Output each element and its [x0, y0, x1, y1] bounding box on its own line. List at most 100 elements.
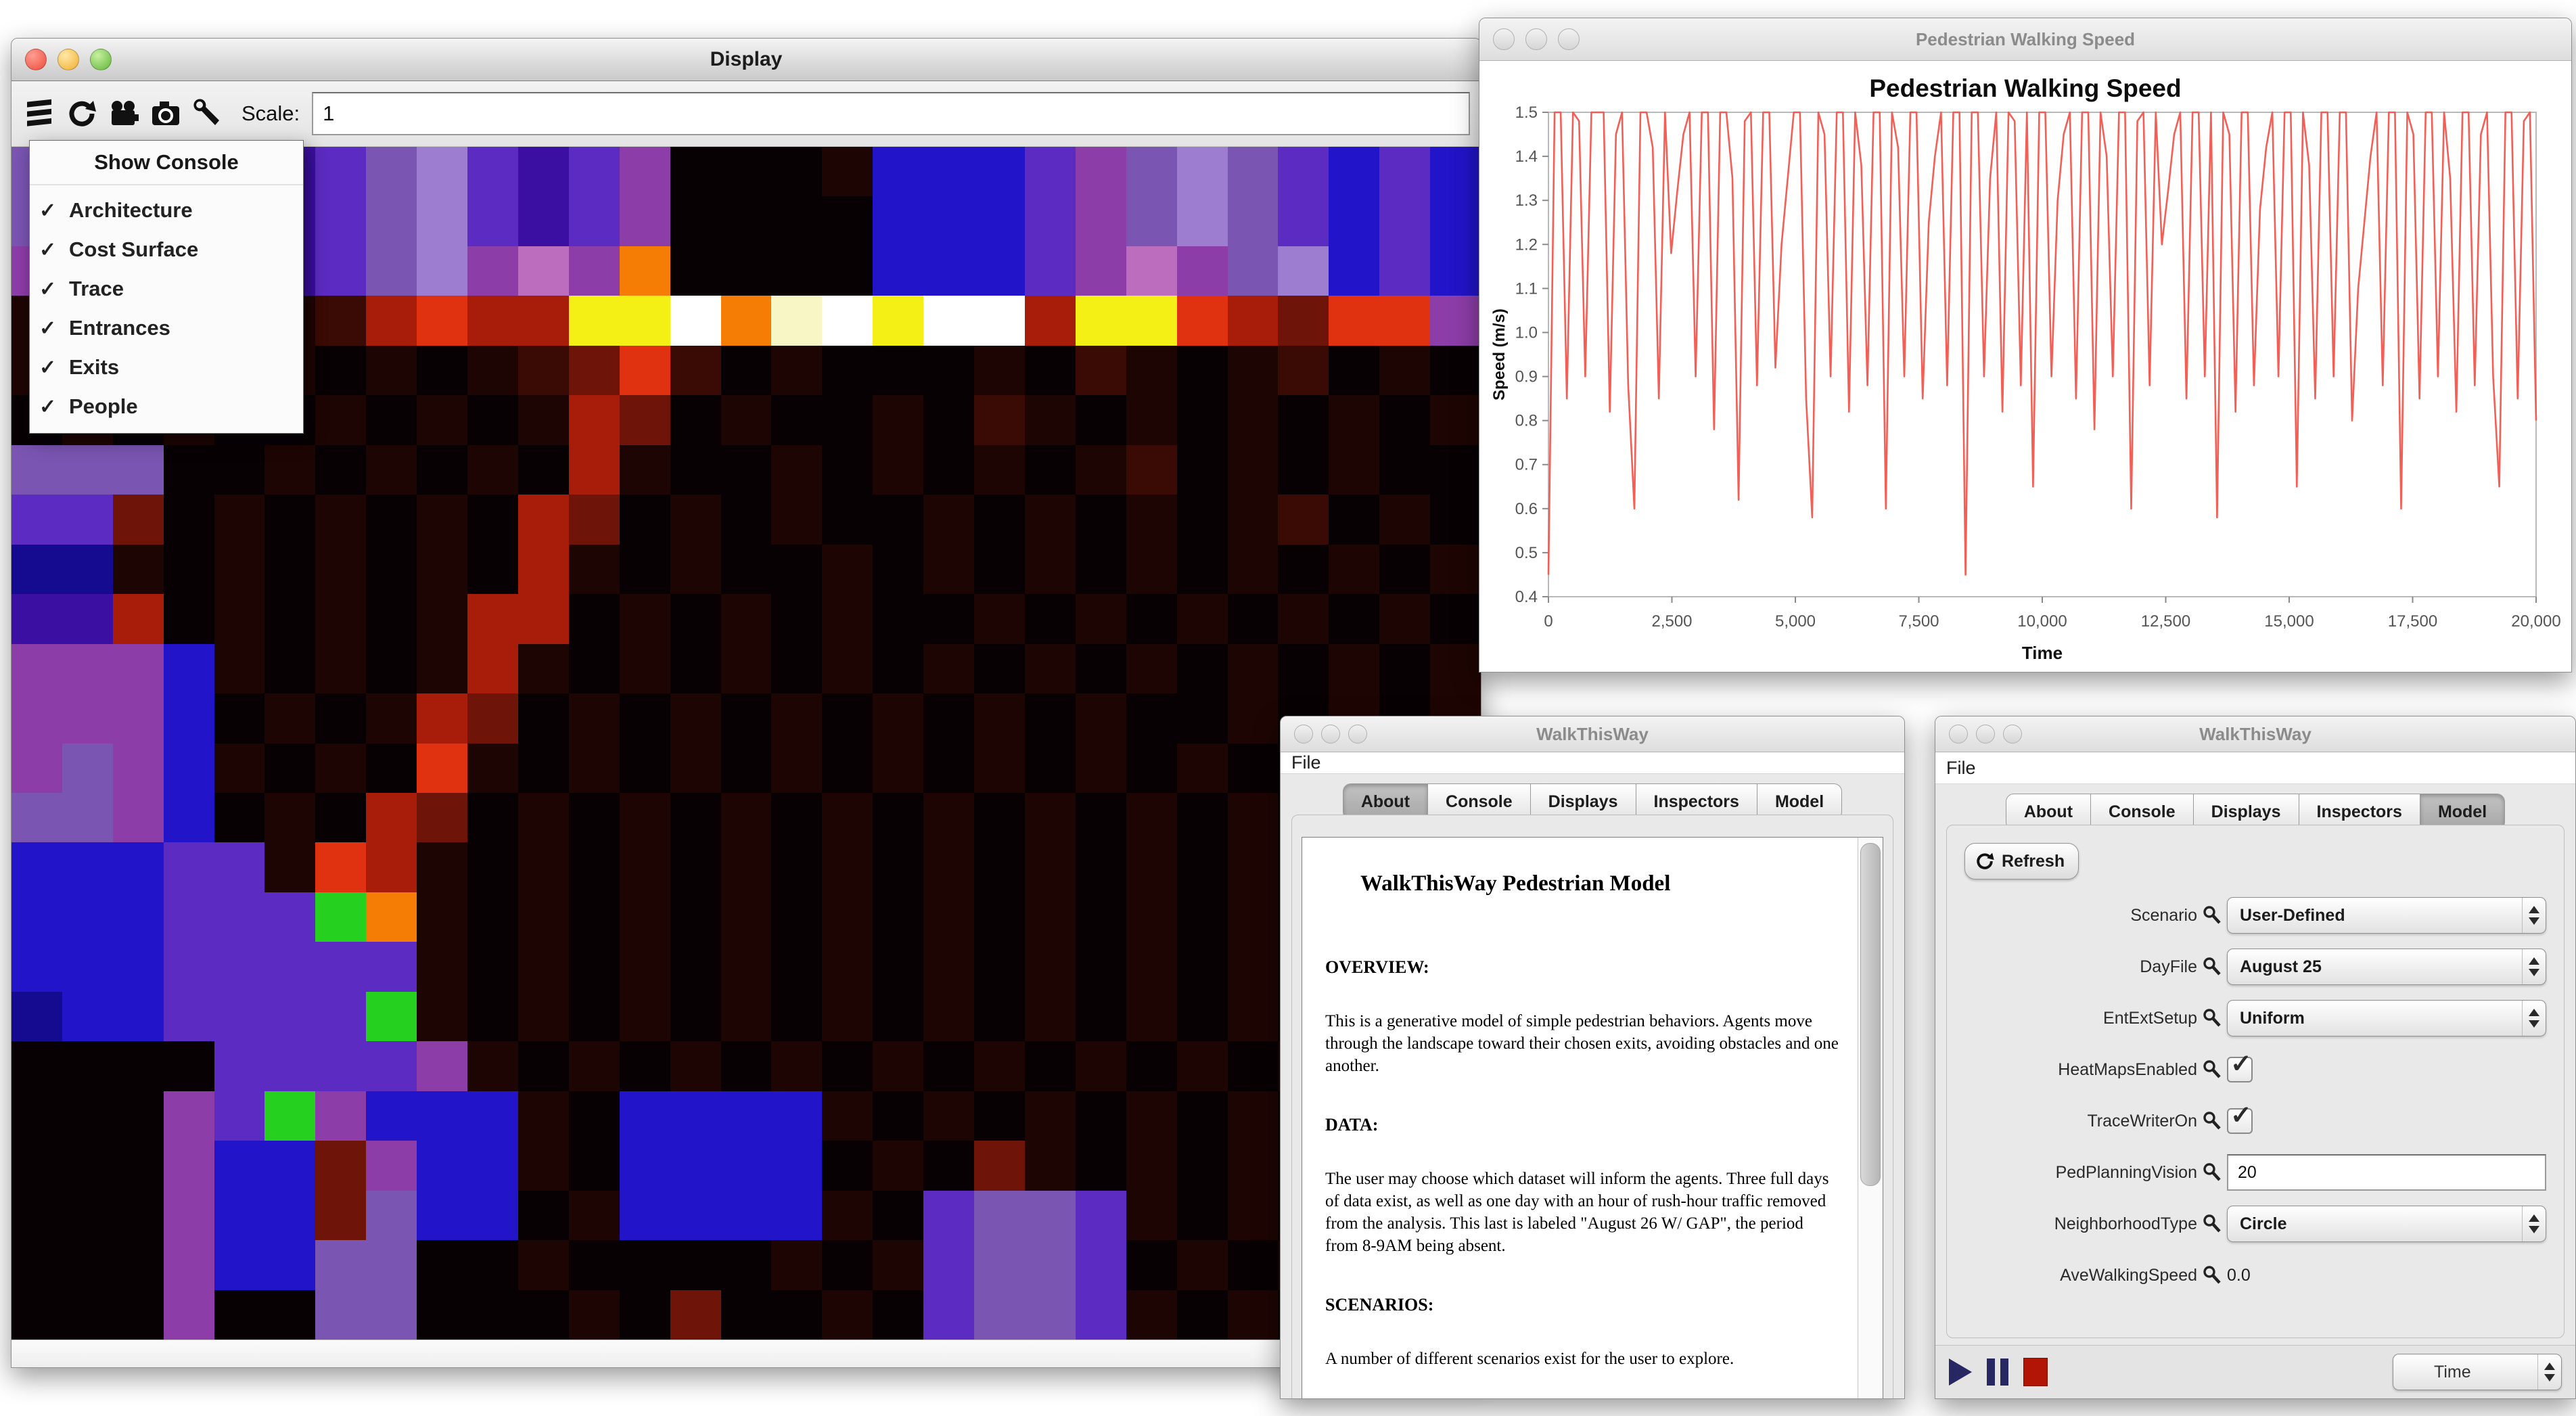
heatmap-cell — [1379, 346, 1430, 395]
neighborhoodtype-select[interactable]: Circle — [2227, 1206, 2546, 1242]
inspect-probe-icon[interactable] — [2197, 905, 2227, 926]
heatmap-cell — [822, 1041, 873, 1091]
menu-item-trace[interactable]: ✓Trace — [30, 269, 303, 309]
movie-camera-icon[interactable] — [106, 96, 141, 131]
time-display-selector[interactable]: Time — [2393, 1354, 2562, 1390]
inspect-probe-icon[interactable] — [2197, 957, 2227, 977]
inspect-probe-icon[interactable] — [2197, 1059, 2227, 1080]
heatmap-cell — [518, 445, 569, 495]
heatmap-cell — [873, 942, 923, 991]
heatmap-cell — [1025, 892, 1076, 942]
inspect-probe-icon[interactable] — [2197, 1214, 2227, 1234]
about-section-para: The user may choose which dataset will i… — [1325, 1168, 1840, 1257]
heatmap-cell — [164, 842, 214, 892]
menu-item-cost-surface[interactable]: ✓Cost Surface — [30, 230, 303, 269]
minimize-button[interactable] — [58, 49, 79, 70]
scrollbar-thumb[interactable] — [1860, 843, 1881, 1186]
heatmap-cell — [569, 594, 620, 643]
heatmap-cell — [923, 842, 974, 892]
heatmap-cell — [467, 296, 518, 345]
heatmap-cell — [1329, 445, 1379, 495]
zoom-button[interactable] — [90, 49, 112, 70]
heatmap-cell — [1076, 545, 1126, 594]
wrench-icon[interactable] — [190, 96, 225, 131]
heatmap-cell — [264, 842, 315, 892]
heatmap-cell — [1126, 147, 1177, 196]
about-titlebar[interactable]: WalkThisWay — [1281, 716, 1904, 752]
heatmap-cell — [315, 1240, 366, 1289]
scale-input[interactable]: 1 — [312, 92, 1470, 135]
entextsetup-select[interactable]: Uniform — [2227, 1000, 2546, 1036]
heatmap-cell — [264, 992, 315, 1041]
heatmap-cell — [974, 842, 1025, 892]
svg-text:0.4: 0.4 — [1515, 588, 1538, 606]
svg-text:15,000: 15,000 — [2264, 612, 2314, 631]
dayfile-select[interactable]: August 25 — [2227, 949, 2546, 985]
heatmap-cell — [620, 1041, 670, 1091]
heatmap-cell — [721, 395, 772, 444]
pedplanningvision-input[interactable]: 20 — [2227, 1154, 2546, 1191]
heatmapsenabled-checkbox[interactable]: ✓ — [2227, 1057, 2253, 1082]
menu-item-show-console[interactable]: Show Console — [30, 141, 303, 185]
heatmap-cell — [315, 693, 366, 743]
minimize-button[interactable] — [1321, 725, 1340, 744]
heatmap-cell — [1177, 296, 1228, 345]
minimize-button[interactable] — [1976, 725, 1995, 744]
menu-item-entrances[interactable]: ✓Entrances — [30, 309, 303, 348]
file-menu[interactable]: File — [1291, 752, 1321, 773]
pause-button[interactable] — [1987, 1358, 2008, 1386]
close-button[interactable] — [25, 49, 47, 70]
close-button[interactable] — [1949, 725, 1968, 744]
scenario-select[interactable]: User-Defined — [2227, 897, 2546, 934]
display-window: Display — [11, 38, 1481, 1368]
heatmap-cell — [1177, 1240, 1228, 1289]
heatmap-cell — [1177, 1191, 1228, 1240]
heatmap-cell — [214, 1041, 265, 1091]
heatmap-cell — [62, 693, 113, 743]
heatmap-cell — [1228, 992, 1279, 1041]
heatmap-cell — [873, 1041, 923, 1091]
heatmap-cell — [1430, 495, 1481, 544]
chart-titlebar[interactable]: Pedestrian Walking Speed — [1479, 18, 2571, 61]
heatmap-cell — [771, 445, 822, 495]
heatmap-cell — [366, 942, 417, 991]
zoom-button[interactable] — [2003, 725, 2022, 744]
heatmap-cell — [264, 445, 315, 495]
close-button[interactable] — [1294, 725, 1313, 744]
scrollbar[interactable] — [1858, 838, 1883, 1399]
refresh-icon[interactable] — [64, 96, 99, 131]
heatmap-cell — [1025, 942, 1076, 991]
file-menu[interactable]: File — [1946, 758, 1976, 779]
heatmap-cell — [873, 545, 923, 594]
heatmap-cell — [164, 545, 214, 594]
display-titlebar[interactable]: Display — [12, 39, 1481, 81]
heatmap-cell — [1025, 196, 1076, 246]
play-button[interactable] — [1949, 1358, 1972, 1386]
model-titlebar[interactable]: WalkThisWay — [1935, 716, 2575, 752]
layers-icon[interactable] — [22, 96, 58, 131]
minimize-button[interactable] — [1525, 28, 1547, 50]
svg-text:Speed (m/s): Speed (m/s) — [1490, 309, 1509, 401]
zoom-button[interactable] — [1348, 725, 1367, 744]
tracewriteron-checkbox[interactable]: ✓ — [2227, 1108, 2253, 1134]
heatmap-cell — [518, 793, 569, 842]
menu-item-people[interactable]: ✓People — [30, 387, 303, 426]
svg-text:10,000: 10,000 — [2017, 612, 2067, 631]
snapshot-camera-icon[interactable] — [148, 96, 183, 131]
inspect-probe-icon[interactable] — [2197, 1265, 2227, 1285]
stop-button[interactable] — [2023, 1358, 2048, 1386]
inspect-probe-icon[interactable] — [2197, 1111, 2227, 1131]
menu-item-exits[interactable]: ✓Exits — [30, 348, 303, 387]
heatmap-cell — [1379, 495, 1430, 544]
inspect-probe-icon[interactable] — [2197, 1008, 2227, 1028]
refresh-button[interactable]: Refresh — [1964, 843, 2079, 880]
menu-item-architecture[interactable]: ✓Architecture — [30, 191, 303, 230]
inspect-probe-icon[interactable] — [2197, 1162, 2227, 1183]
field-row-dayfile: DayFileAugust 25 — [1954, 949, 2546, 985]
close-button[interactable] — [1493, 28, 1515, 50]
heatmap-cell — [923, 892, 974, 942]
heatmap-cell — [366, 445, 417, 495]
zoom-button[interactable] — [1558, 28, 1580, 50]
heatmap-cell — [1076, 1290, 1126, 1340]
heatmap-cell — [366, 1290, 417, 1340]
